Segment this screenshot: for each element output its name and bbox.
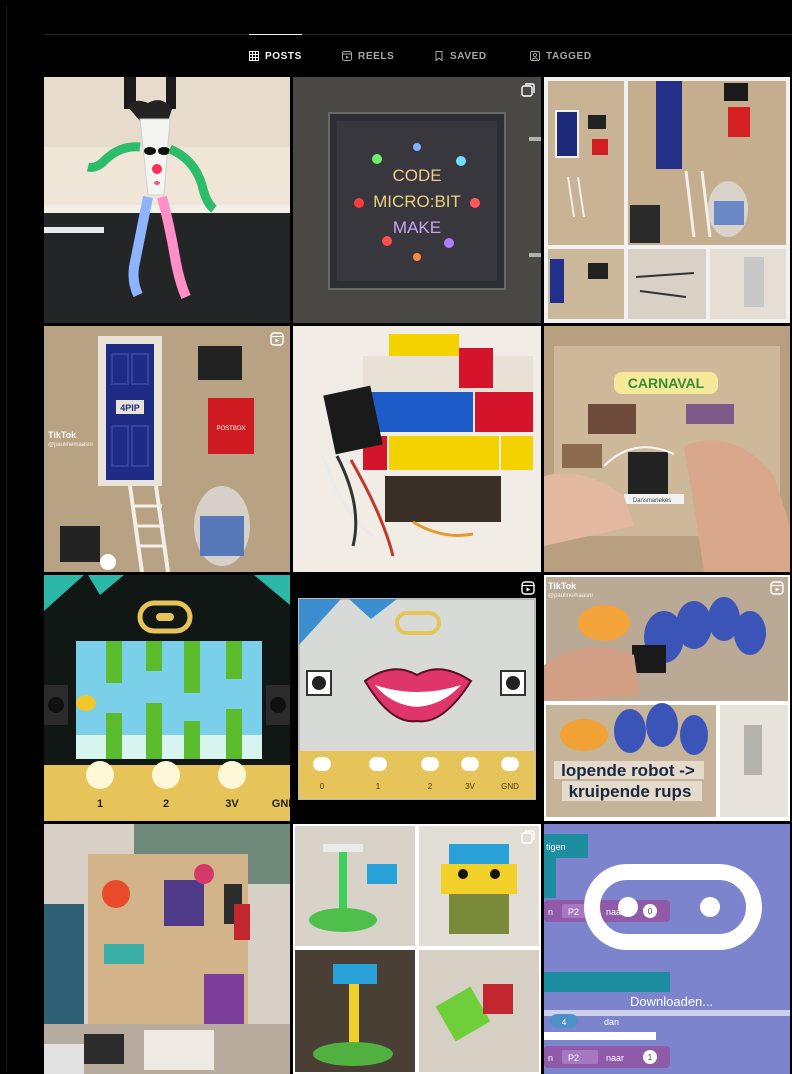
carousel-icon [521, 83, 535, 97]
postbox-label: POSTBOX [216, 426, 245, 432]
pin-label-gnd: GND [272, 798, 290, 810]
post-workshop-display[interactable] [44, 824, 290, 1074]
lips-pin-gnd: GND [501, 782, 519, 791]
block2-pin: P2 [568, 1053, 579, 1063]
block1-prefix: n [548, 907, 553, 917]
caption-line-1: lopende robot -> [561, 761, 695, 780]
block-top-label: tigen [546, 842, 566, 852]
tiktok-handle: @paulinemaasnl [48, 442, 93, 448]
tab-tagged[interactable]: TAGGED [530, 35, 592, 77]
post-4pip-door[interactable]: 4PIP POSTBOX TikTok @paulinemaasnl [44, 326, 290, 572]
grid-icon [249, 51, 259, 61]
tab-posts[interactable]: POSTS [249, 34, 302, 77]
door-number: 4PIP [120, 403, 140, 413]
post-carnaval-board[interactable]: CARNAVAL Dansmariekes [544, 326, 790, 572]
block2-prefix: n [548, 1053, 553, 1063]
workshop-display-image [44, 824, 290, 1074]
lips-pin-0: 0 [320, 782, 325, 791]
sign-line-1: CODE [392, 166, 441, 185]
carnaval-board-image: CARNAVAL Dansmariekes [544, 326, 790, 572]
carnaval-banner: CARNAVAL [628, 375, 705, 391]
sign-line-3: MAKE [393, 218, 441, 237]
embroidered-sign-image: CODE MICRO:BIT MAKE [293, 77, 541, 323]
tiktok-label: TikTok [48, 430, 77, 440]
microbit-lips-image: 0 1 2 3V GND [293, 575, 541, 821]
caption-line-2: kruipende rups [569, 782, 692, 801]
tiktok-label-2: TikTok [548, 581, 577, 591]
post-caterpillar-robot[interactable]: lopende robot -> kruipende rups TikTok @… [544, 575, 790, 821]
download-status: Downloaden... [630, 994, 713, 1009]
tab-reels[interactable]: REELS [342, 35, 394, 77]
block1-value: 0 [648, 907, 653, 916]
reel-icon [270, 332, 284, 346]
tiktok-watermark-2: TikTok @paulinemaasnl [548, 581, 593, 601]
reels-icon [342, 51, 352, 61]
pin-label-3v: 3V [225, 798, 239, 810]
post-lego-microbit[interactable] [293, 326, 541, 572]
post-makecode-blocks[interactable]: tigen n P2 naar 0 Downloaden... 4 dan n … [544, 824, 790, 1074]
pin-label-2: 2 [163, 798, 169, 810]
post-lego-collage[interactable] [293, 824, 541, 1074]
lips-pin-3v: 3V [465, 782, 475, 791]
repeat-count: 4 [562, 1018, 567, 1027]
caterpillar-robot-image: lopende robot -> kruipende rups [544, 575, 790, 821]
block1-pin: P2 [568, 907, 579, 917]
post-door-collage[interactable] [544, 77, 790, 323]
sign-line-2: MICRO:BIT [373, 192, 461, 211]
tab-posts-label: POSTS [265, 50, 302, 62]
tab-saved[interactable]: SAVED [434, 35, 487, 77]
tagged-icon [530, 51, 540, 61]
reel-icon [770, 581, 784, 595]
post-paper-cup-robot[interactable] [44, 77, 290, 323]
tab-tagged-label: TAGGED [546, 50, 592, 62]
profile-tabs: POSTS REELS SAVED TAGGED [44, 34, 792, 77]
repeat-unit: dan [604, 1017, 619, 1027]
paper-cup-robot-image [44, 77, 290, 323]
block2-to: naar [606, 1053, 624, 1063]
makecode-blocks-image: tigen n P2 naar 0 Downloaden... 4 dan n … [544, 824, 790, 1074]
carousel-icon [521, 830, 535, 844]
pin-label-1: 1 [97, 798, 103, 810]
lego-microbit-image [293, 326, 541, 572]
tiktok-watermark: TikTok @paulinemaasnl [48, 430, 93, 450]
post-microbit-flappy[interactable]: 1 2 3V GND [44, 575, 290, 821]
microbit-flappy-image: 1 2 3V GND [44, 575, 290, 821]
reel-icon [521, 581, 535, 595]
bookmark-icon [435, 51, 443, 61]
tab-reels-label: REELS [358, 50, 395, 62]
post-embroidered-sign[interactable]: CODE MICRO:BIT MAKE [293, 77, 541, 323]
dansmariekes-sign: Dansmariekes [633, 498, 671, 504]
door-collage-image [544, 77, 790, 323]
lego-collage-image [293, 824, 541, 1074]
tiktok-handle-2: @paulinemaasnl [548, 593, 593, 599]
post-microbit-lips[interactable]: 0 1 2 3V GND [293, 575, 541, 821]
lips-pin-1: 1 [376, 782, 381, 791]
lips-pin-2: 2 [428, 782, 433, 791]
block2-value: 1 [648, 1053, 653, 1062]
tab-saved-label: SAVED [450, 50, 487, 62]
